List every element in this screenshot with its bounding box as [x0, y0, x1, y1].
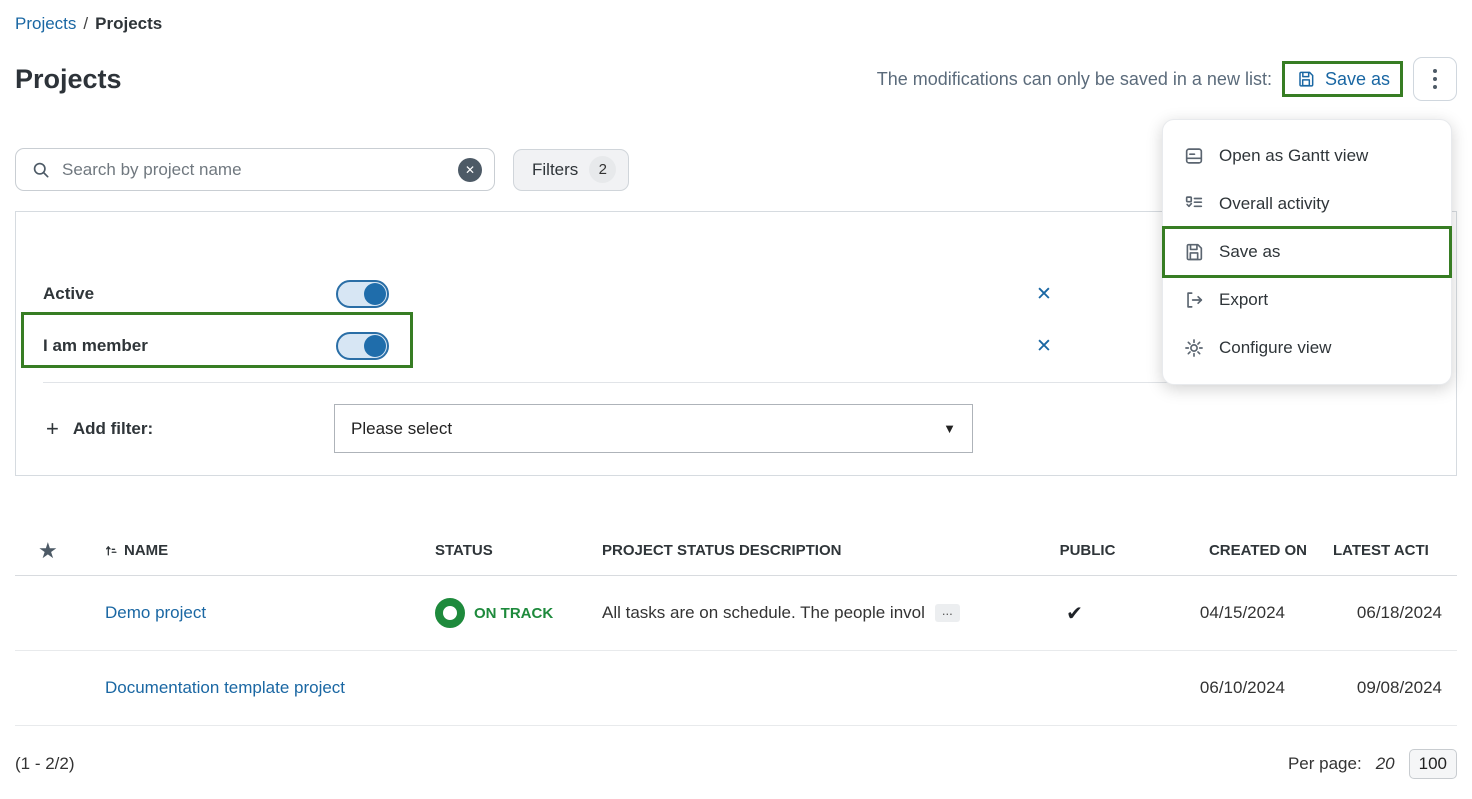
menu-item-label: Save as — [1219, 242, 1280, 262]
chevron-down-icon: ▼ — [943, 421, 956, 436]
menu-item-export[interactable]: Export — [1163, 276, 1451, 324]
kebab-dropdown-menu: Open as Gantt view Overall activity Save… — [1162, 119, 1452, 385]
breadcrumb-current: Projects — [95, 14, 162, 34]
sort-ascending-icon — [105, 544, 117, 557]
menu-item-label: Configure view — [1219, 338, 1331, 358]
project-link-demo[interactable]: Demo project — [105, 603, 206, 622]
menu-item-open-gantt-view[interactable]: Open as Gantt view — [1163, 132, 1451, 180]
project-link-documentation[interactable]: Documentation template project — [105, 678, 345, 697]
add-filter-select[interactable]: Please select ▼ — [334, 404, 973, 453]
add-filter-label: Add filter: — [73, 419, 153, 439]
favorite-column-header[interactable]: ★ — [15, 538, 105, 564]
add-filter-select-value: Please select — [351, 419, 452, 439]
filters-button-label: Filters — [532, 160, 578, 180]
projects-table: ★ NAME STATUS PROJECT STATUS DESCRIPTION… — [15, 526, 1457, 726]
menu-item-label: Export — [1219, 290, 1268, 310]
latest-activity-cell: 06/18/2024 — [1307, 603, 1472, 623]
expand-description-button[interactable]: ... — [935, 604, 960, 622]
add-filter-row: + Add filter: Please select ▼ — [16, 403, 1456, 455]
save-as-label: Save as — [1325, 69, 1390, 90]
pagination-bar: (1 - 2/2) Per page: 20 100 — [15, 742, 1457, 786]
filters-count-badge: 2 — [589, 156, 616, 183]
status-cell: ON TRACK — [425, 598, 595, 628]
result-range-text: (1 - 2/2) — [15, 754, 75, 774]
table-row: Documentation template project 06/10/202… — [15, 651, 1457, 726]
public-column-header[interactable]: PUBLIC — [1040, 542, 1135, 559]
created-on-cell: 04/15/2024 — [1135, 603, 1307, 623]
latest-activity-cell: 09/08/2024 — [1307, 678, 1472, 698]
breadcrumb-projects-link[interactable]: Projects — [15, 14, 76, 34]
public-cell: ✔ — [1040, 601, 1135, 626]
save-icon — [1295, 68, 1317, 90]
project-name-cell: Demo project — [105, 603, 425, 623]
table-header-row: ★ NAME STATUS PROJECT STATUS DESCRIPTION… — [15, 526, 1457, 576]
per-page-label: Per page: — [1288, 754, 1362, 774]
star-icon: ★ — [38, 538, 58, 563]
table-row: Demo project ON TRACK All tasks are on s… — [15, 576, 1457, 651]
per-page-controls: Per page: 20 100 — [1288, 749, 1457, 779]
save-as-button[interactable]: Save as — [1282, 61, 1403, 97]
filter-label-member: I am member — [43, 336, 148, 356]
kebab-menu-icon — [1433, 69, 1437, 73]
clear-search-icon[interactable]: ✕ — [458, 158, 482, 182]
menu-item-label: Overall activity — [1219, 194, 1330, 214]
description-column-header[interactable]: PROJECT STATUS DESCRIPTION — [595, 542, 1040, 559]
status-description-text: All tasks are on schedule. The people in… — [602, 603, 925, 623]
remove-active-filter-icon[interactable]: ✕ — [1030, 283, 1058, 306]
plus-icon: + — [46, 416, 59, 442]
overall-activity-icon — [1183, 193, 1205, 215]
menu-item-overall-activity[interactable]: Overall activity — [1163, 180, 1451, 228]
search-input[interactable] — [62, 160, 448, 180]
status-label: ON TRACK — [474, 605, 553, 622]
active-filter-toggle[interactable] — [336, 280, 389, 308]
status-description-cell: All tasks are on schedule. The people in… — [595, 603, 1040, 623]
breadcrumb-separator: / — [83, 14, 88, 34]
filters-button[interactable]: Filters 2 — [513, 149, 629, 191]
created-column-header[interactable]: CREATED ON — [1135, 542, 1307, 559]
search-box: ✕ — [15, 148, 495, 191]
member-filter-toggle[interactable] — [336, 332, 389, 360]
remove-member-filter-icon[interactable]: ✕ — [1030, 335, 1058, 358]
gantt-view-icon — [1183, 145, 1205, 167]
export-icon — [1183, 289, 1205, 311]
per-page-current: 20 — [1376, 754, 1395, 774]
save-icon — [1183, 241, 1205, 263]
save-hint-text: The modifications can only be saved in a… — [877, 69, 1272, 90]
header-actions: The modifications can only be saved in a… — [877, 57, 1457, 101]
latest-activity-column-header[interactable]: LATEST ACTI — [1307, 542, 1472, 559]
on-track-status-icon — [435, 598, 465, 628]
menu-item-save-as[interactable]: Save as — [1163, 228, 1451, 276]
menu-item-label: Open as Gantt view — [1219, 146, 1368, 166]
kebab-menu-button[interactable] — [1413, 57, 1457, 101]
name-column-header[interactable]: NAME — [105, 542, 425, 559]
project-name-cell: Documentation template project — [105, 678, 425, 698]
breadcrumb: Projects / Projects — [15, 14, 1457, 34]
created-on-cell: 06/10/2024 — [1135, 678, 1307, 698]
status-column-header[interactable]: STATUS — [425, 542, 595, 559]
page-title: Projects — [15, 64, 122, 95]
per-page-100-button[interactable]: 100 — [1409, 749, 1457, 779]
search-icon — [30, 159, 52, 181]
menu-item-configure-view[interactable]: Configure view — [1163, 324, 1451, 372]
check-icon: ✔ — [1066, 603, 1109, 625]
highlight-box-save-as — [1162, 226, 1452, 278]
gear-icon — [1183, 337, 1205, 359]
page-header: Projects The modifications can only be s… — [15, 56, 1457, 102]
filter-label-active: Active — [43, 284, 94, 304]
name-header-label: NAME — [124, 542, 168, 559]
